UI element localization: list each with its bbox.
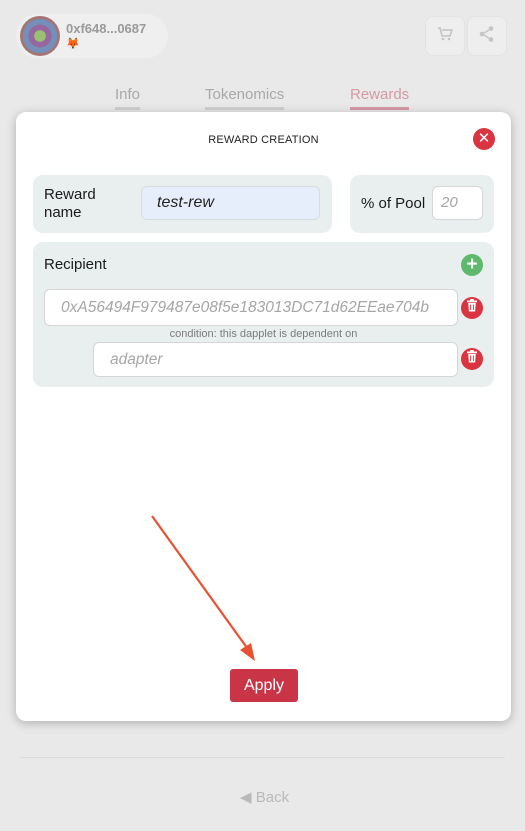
back-label: Back [255,789,290,806]
tab-rewards[interactable]: Rewards [350,86,410,110]
chevron-left-icon: ◀ [240,789,252,806]
app-header: 0xf648...0687 🦊 Info Tokenomics Rewards [0,0,525,110]
account-chip[interactable]: 0xf648...0687 🦊 [16,14,168,58]
trash-icon [466,350,478,368]
close-icon: ✕ [477,130,491,147]
footer-divider [20,757,505,758]
tab-info[interactable]: Info [115,86,141,110]
reward-name-panel: Reward name test-rew [33,175,332,233]
metamask-fox-icon: 🦊 [66,38,80,50]
recipient-address-input[interactable]: 0xA56494F979487e08f5e183013DC71d62EEae70… [44,289,458,326]
reward-creation-modal: REWARD CREATION ✕ Reward name test-rew % … [16,112,511,721]
avatar [20,16,60,56]
reward-name-label: Reward name [44,186,96,221]
recipient-label: Recipient [44,256,107,273]
pool-percent-input[interactable]: 20 [432,186,483,220]
share-icon [478,25,496,48]
recipient-panel: Recipient + 0xA56494F979487e08f5e183013D… [33,242,494,387]
tab-tokenomics[interactable]: Tokenomics [205,86,285,110]
cart-icon [437,26,454,47]
back-link[interactable]: ◀ Back [240,788,289,806]
modal-title: REWARD CREATION [208,134,319,146]
account-address: 0xf648...0687 [66,21,147,36]
delete-condition-button[interactable] [461,348,483,370]
plus-icon: + [466,254,478,275]
apply-button[interactable]: Apply [230,669,298,702]
condition-adapter-input[interactable]: adapter [93,342,458,377]
tab-bar: Info Tokenomics Rewards [0,86,525,112]
condition-text: condition: this dapplet is dependent on [169,328,358,340]
pool-percent-panel: % of Pool 20 [350,175,494,233]
cart-button[interactable] [425,16,465,56]
share-button[interactable] [467,16,507,56]
reward-name-input[interactable]: test-rew [141,186,320,220]
add-recipient-button[interactable]: + [461,254,483,276]
close-button[interactable]: ✕ [473,128,495,150]
delete-recipient-button[interactable] [461,297,483,319]
trash-icon [466,299,478,317]
pool-percent-label: % of Pool [361,195,426,212]
